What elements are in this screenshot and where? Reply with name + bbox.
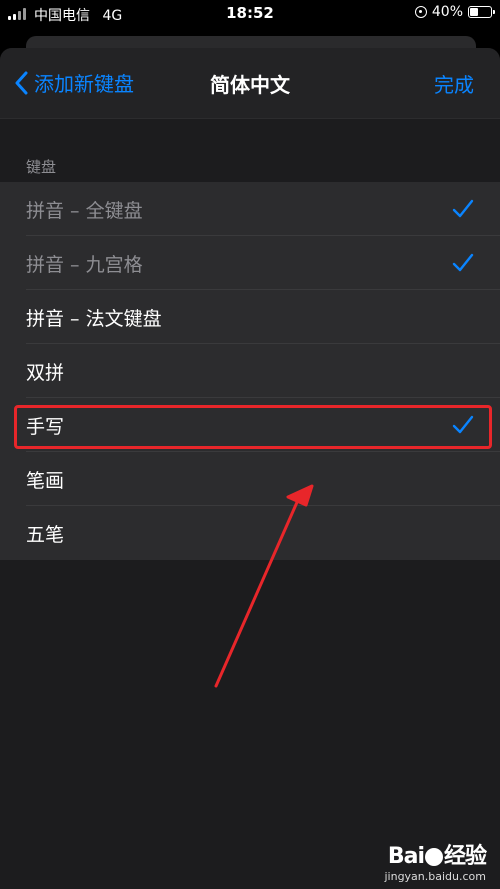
screen: 中国电信 4G 18:52 40% 添加新键盘 简体中文 完成 键盘 拼音 – … bbox=[0, 0, 500, 889]
rotation-lock-icon bbox=[414, 6, 427, 18]
baidu-watermark: Bai 经验 jingyan.baidu.com bbox=[384, 838, 487, 883]
keyboard-row-wubi[interactable]: 五笔 bbox=[0, 506, 500, 560]
section-header: 键盘 bbox=[26, 158, 57, 176]
keyboard-label: 拼音 – 全键盘 bbox=[26, 199, 143, 222]
done-button[interactable]: 完成 bbox=[434, 69, 474, 98]
keyboard-row-handwriting[interactable]: 手写 bbox=[0, 398, 500, 452]
keyboard-settings-sheet: 添加新键盘 简体中文 完成 键盘 拼音 – 全键盘 拼音 – 九宫格 拼音 – … bbox=[0, 48, 500, 889]
keyboard-label: 笔画 bbox=[26, 469, 65, 492]
keyboard-list: 拼音 – 全键盘 拼音 – 九宫格 拼音 – 法文键盘 双拼 手写 笔画 五笔 bbox=[0, 182, 500, 560]
keyboard-label: 手写 bbox=[26, 415, 65, 438]
checkmark-icon bbox=[452, 253, 474, 272]
watermark-logo: Bai 经验 bbox=[384, 838, 487, 870]
paw-icon bbox=[424, 848, 443, 866]
battery-icon bbox=[468, 6, 495, 18]
keyboard-row-shuangpin[interactable]: 双拼 bbox=[0, 344, 500, 398]
keyboard-label: 双拼 bbox=[26, 361, 65, 384]
watermark-logo-right: 经验 bbox=[443, 844, 487, 869]
keyboard-row-stroke[interactable]: 笔画 bbox=[0, 452, 500, 506]
status-bar: 中国电信 4G 18:52 40% bbox=[0, 0, 500, 30]
status-right: 40% bbox=[414, 4, 495, 20]
keyboard-row-pinyin-french[interactable]: 拼音 – 法文键盘 bbox=[0, 290, 500, 344]
checkmark-icon bbox=[452, 199, 474, 218]
keyboard-label: 五笔 bbox=[26, 523, 65, 546]
checkmark-icon bbox=[452, 415, 474, 434]
page-title: 简体中文 bbox=[210, 73, 290, 97]
keyboard-label: 拼音 – 法文键盘 bbox=[26, 307, 162, 330]
navigation-bar: 添加新键盘 简体中文 完成 bbox=[0, 48, 500, 119]
watermark-logo-left: Bai bbox=[387, 844, 425, 869]
keyboard-label: 拼音 – 九宫格 bbox=[26, 253, 143, 276]
battery-percent: 40% bbox=[431, 4, 463, 20]
keyboard-row-pinyin-full[interactable]: 拼音 – 全键盘 bbox=[0, 182, 500, 236]
watermark-url: jingyan.baidu.com bbox=[384, 870, 486, 883]
keyboard-row-pinyin-9key[interactable]: 拼音 – 九宫格 bbox=[0, 236, 500, 290]
